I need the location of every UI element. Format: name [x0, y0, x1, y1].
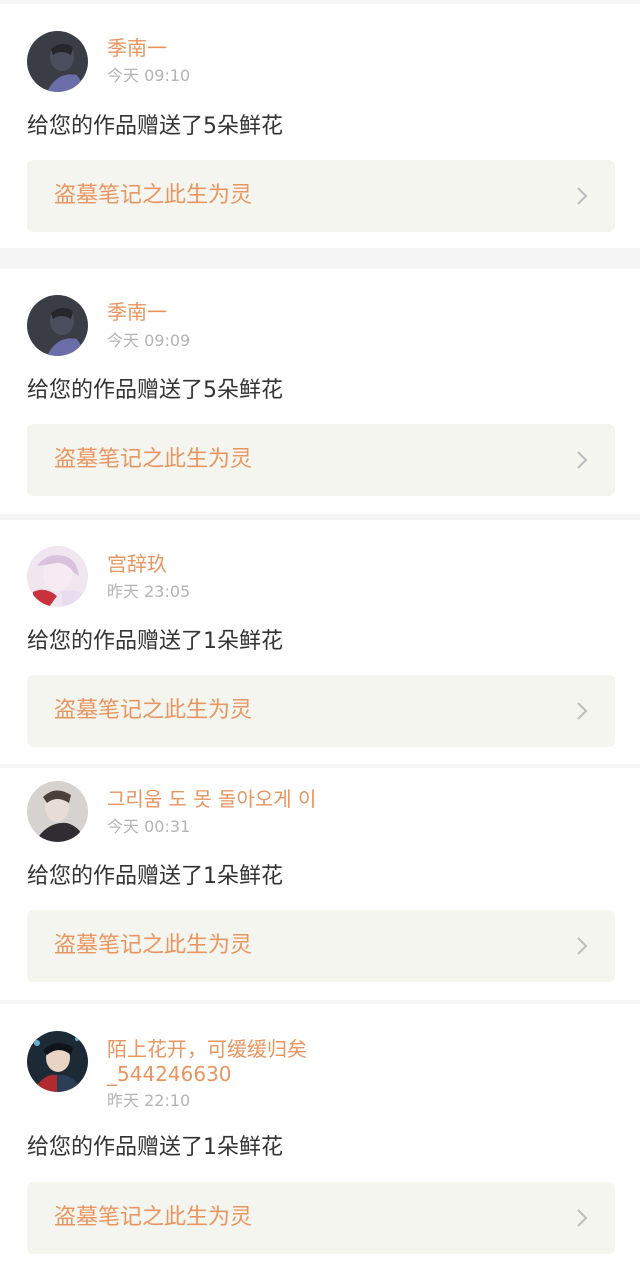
username[interactable]: 宫辞玖	[107, 552, 167, 576]
username[interactable]: 陌上花开，可缓缓归矣	[107, 1037, 307, 1061]
chevron-right-icon	[575, 935, 589, 957]
username-suffix[interactable]: _544246630	[107, 1062, 232, 1086]
notification-card: 宫辞玖 昨天 23:05 给您的作品赠送了1朵鲜花 盗墓笔记之此生为灵	[0, 520, 640, 764]
work-title: 盗墓笔记之此生为灵	[54, 183, 253, 208]
work-link[interactable]: 盗墓笔记之此生为灵	[27, 1182, 615, 1254]
gift-notification-feed: 季南一 今天 09:10 给您的作品赠送了5朵鲜花 盗墓笔记之此生为灵 季南一 …	[0, 0, 640, 1266]
work-link[interactable]: 盗墓笔记之此生为灵	[27, 910, 615, 982]
work-link[interactable]: 盗墓笔记之此生为灵	[27, 160, 615, 232]
gift-message: 给您的作品赠送了5朵鲜花	[27, 378, 283, 403]
chevron-right-icon	[575, 1207, 589, 1229]
chevron-right-icon	[575, 700, 589, 722]
username[interactable]: 季南一	[107, 36, 167, 60]
gift-message: 给您的作品赠送了1朵鲜花	[27, 1135, 283, 1160]
timestamp: 昨天 23:05	[107, 582, 191, 601]
timestamp: 今天 00:31	[107, 817, 191, 836]
username[interactable]: 그리움 도 못 돌아오게 이	[107, 787, 316, 811]
timestamp: 今天 09:10	[107, 66, 191, 85]
username[interactable]: 季南一	[107, 300, 167, 324]
work-title: 盗墓笔记之此生为灵	[54, 933, 253, 958]
work-title: 盗墓笔记之此生为灵	[54, 698, 253, 723]
work-title: 盗墓笔记之此生为灵	[54, 1205, 253, 1230]
timestamp: 昨天 22:10	[107, 1091, 191, 1110]
user-avatar-icon[interactable]	[27, 546, 88, 607]
notification-card: 季南一 今天 09:09 给您的作品赠送了5朵鲜花 盗墓笔记之此生为灵	[0, 269, 640, 514]
timestamp: 今天 09:09	[107, 331, 191, 350]
work-link[interactable]: 盗墓笔记之此生为灵	[27, 424, 615, 496]
chevron-right-icon	[575, 185, 589, 207]
user-avatar-icon[interactable]	[27, 31, 88, 92]
notification-card: 陌上花开，可缓缓归矣 _544246630 昨天 22:10 给您的作品赠送了1…	[0, 1004, 640, 1266]
user-avatar-icon[interactable]	[27, 1031, 88, 1092]
user-avatar-icon[interactable]	[27, 781, 88, 842]
gift-message: 给您的作品赠送了5朵鲜花	[27, 114, 283, 139]
notification-card: 季南一 今天 09:10 给您的作品赠送了5朵鲜花 盗墓笔记之此生为灵	[0, 4, 640, 248]
work-link[interactable]: 盗墓笔记之此生为灵	[27, 675, 615, 747]
chevron-right-icon	[575, 449, 589, 471]
notification-card: 그리움 도 못 돌아오게 이 今天 00:31 给您的作品赠送了1朵鲜花 盗墓笔…	[0, 768, 640, 1000]
user-avatar-icon[interactable]	[27, 295, 88, 356]
gift-message: 给您的作品赠送了1朵鲜花	[27, 629, 283, 654]
work-title: 盗墓笔记之此生为灵	[54, 447, 253, 472]
gift-message: 给您的作品赠送了1朵鲜花	[27, 864, 283, 889]
